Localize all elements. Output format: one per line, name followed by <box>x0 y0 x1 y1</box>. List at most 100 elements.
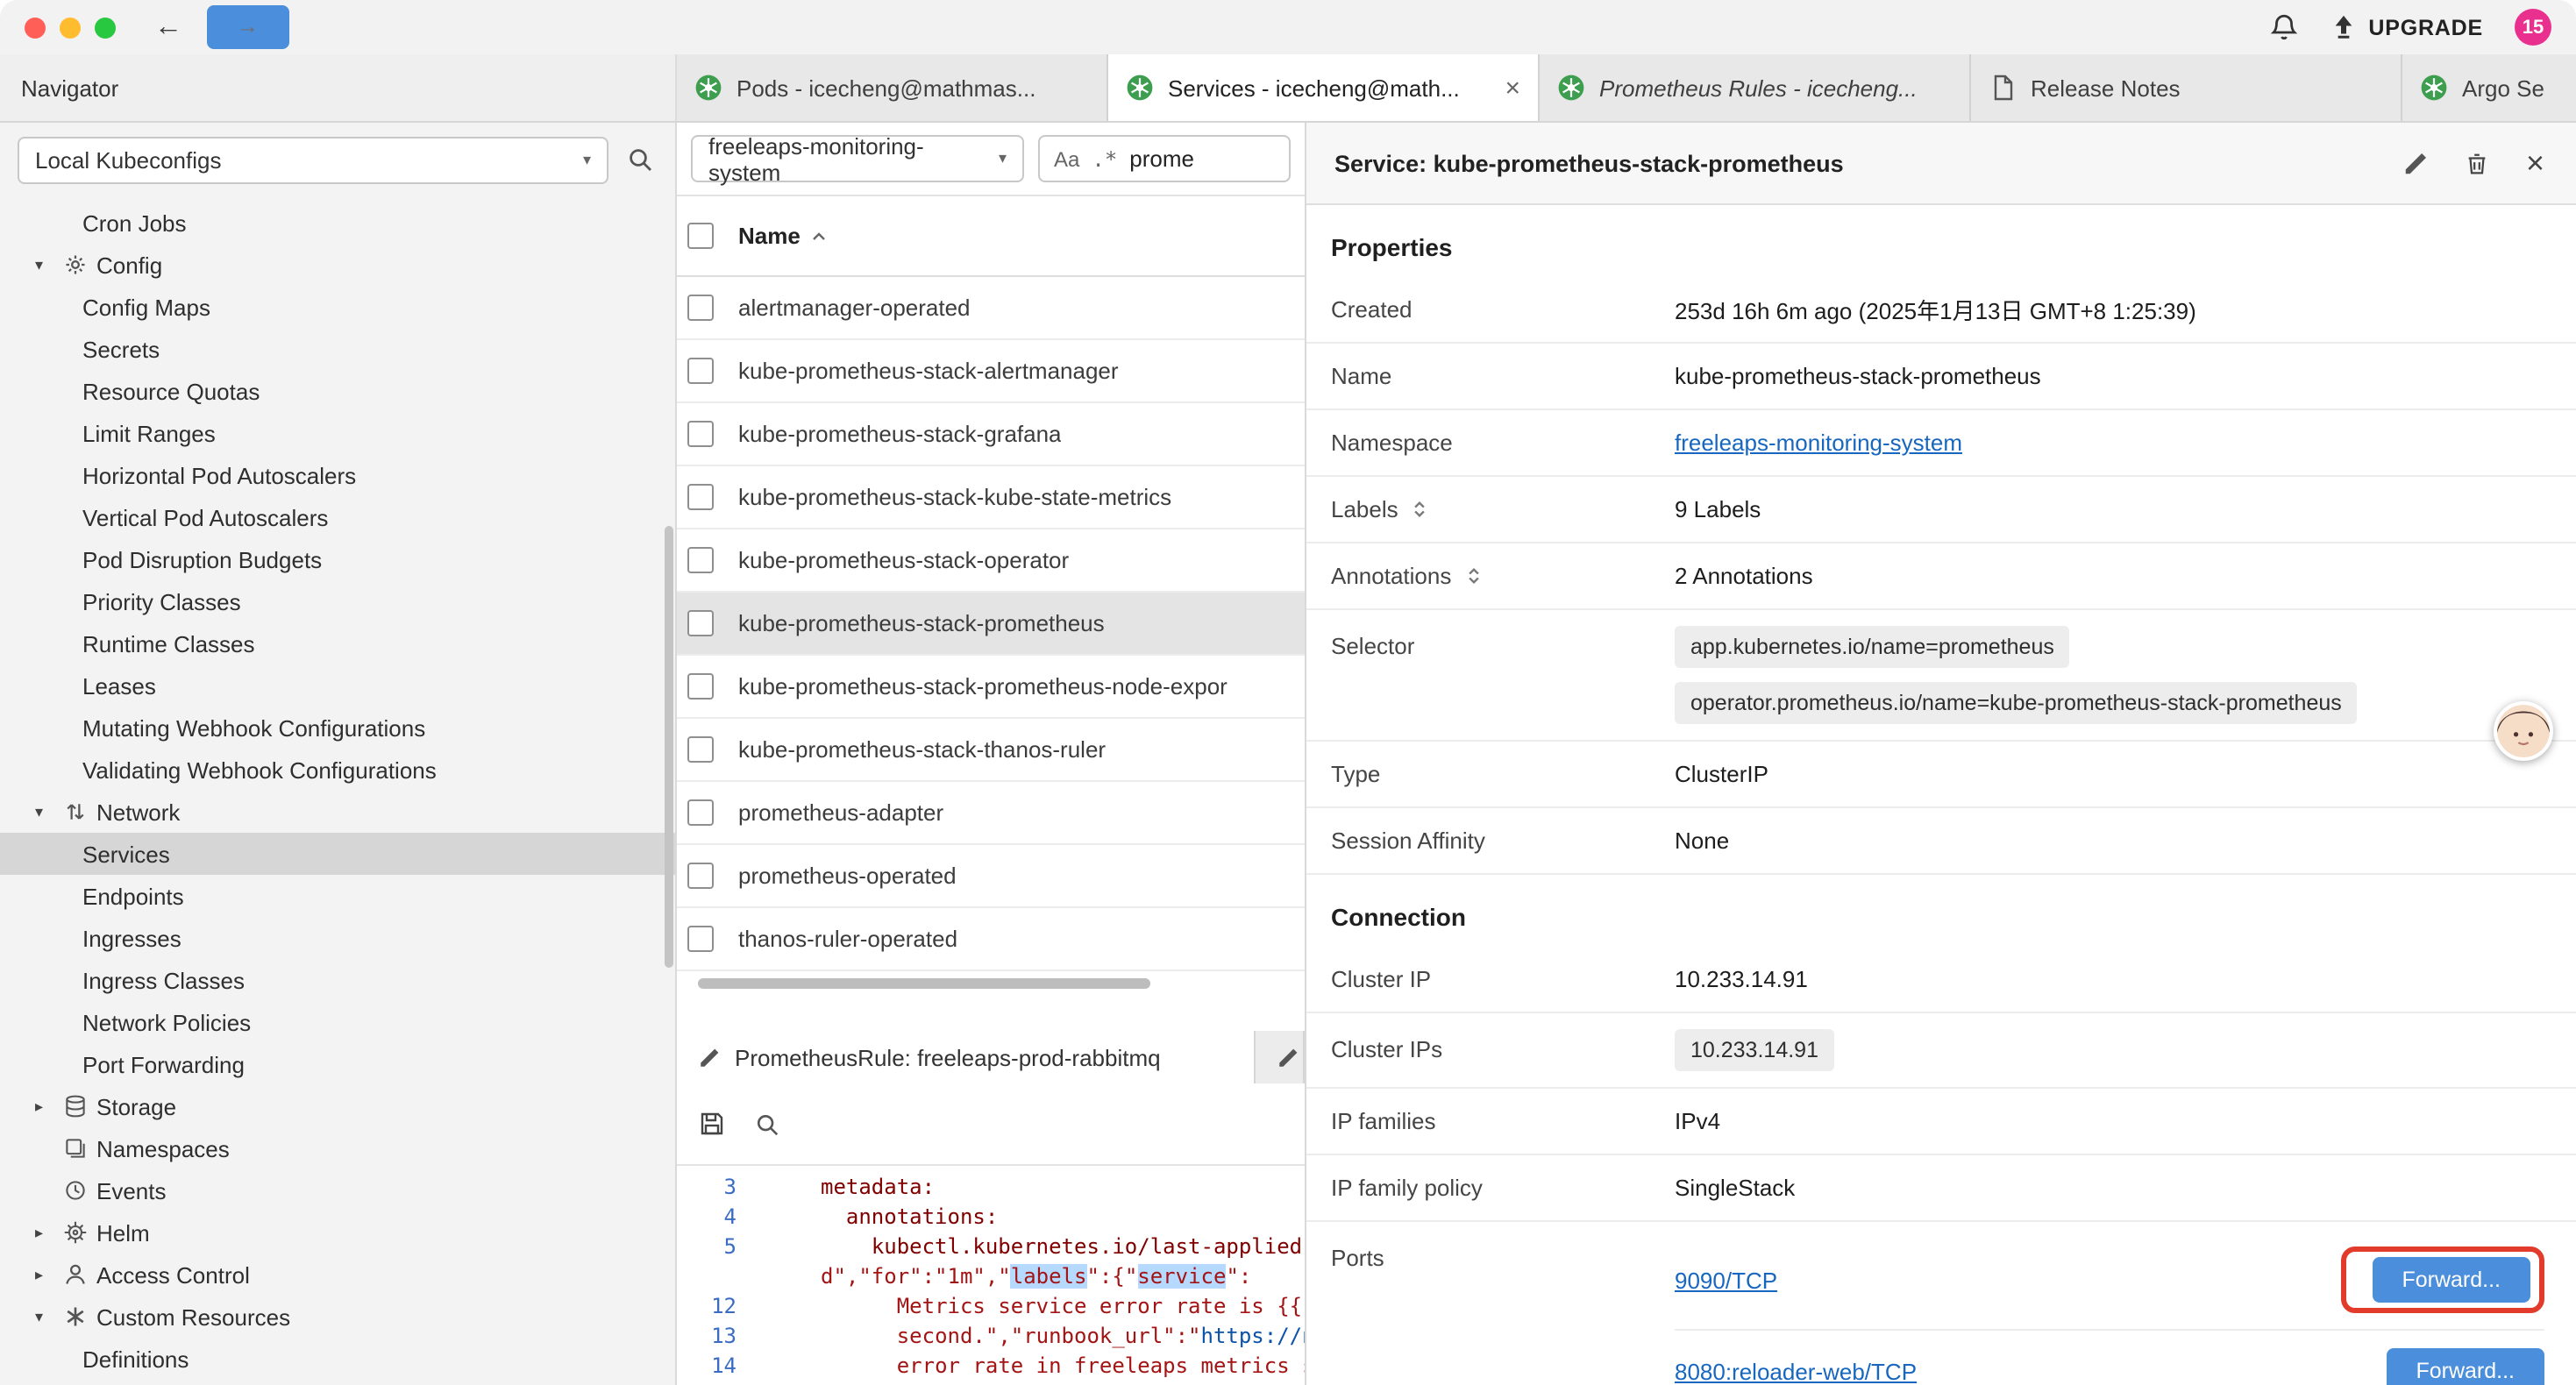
forward-button-nav[interactable]: → <box>207 6 288 49</box>
row-checkbox[interactable] <box>687 295 714 321</box>
chevron-right-icon[interactable]: ▸ <box>35 1265 63 1284</box>
service-row-kube-prometheus-stack-kube-state-metrics[interactable]: kube-prometheus-stack-kube-state-metrics <box>677 466 1305 529</box>
sidebar-item-port-forwarding[interactable]: Port Forwarding <box>0 1043 675 1085</box>
service-row-kube-prometheus-stack-grafana[interactable]: kube-prometheus-stack-grafana <box>677 403 1305 466</box>
row-checkbox[interactable] <box>687 484 714 510</box>
forward-button[interactable]: Forward... <box>2386 1348 2544 1385</box>
dock-tab[interactable] <box>1256 1031 1305 1083</box>
sidebar-item-leases[interactable]: Leases <box>0 664 675 707</box>
chevron-down-icon[interactable]: ▾ <box>35 1307 63 1326</box>
tab-argo-se[interactable]: Argo Se <box>2402 54 2576 121</box>
editor-line[interactable]: 12 Metrics service error rate is {{ $va <box>677 1292 1305 1322</box>
expander-icon[interactable] <box>1409 498 1432 521</box>
sidebar-item-services[interactable]: Services <box>0 833 675 875</box>
sidebar-item-vertical-pod-autoscalers[interactable]: Vertical Pod Autoscalers <box>0 496 675 538</box>
service-row-alertmanager-operated[interactable]: alertmanager-operated <box>677 277 1305 340</box>
editor-line[interactable]: 14 error rate in freeleaps metrics ser <box>677 1352 1305 1381</box>
chevron-right-icon[interactable]: ▸ <box>35 1223 63 1242</box>
save-icon[interactable] <box>698 1110 726 1138</box>
sidebar-item-pod-disruption-budgets[interactable]: Pod Disruption Budgets <box>0 538 675 580</box>
match-case-toggle[interactable]: Aa <box>1054 146 1079 171</box>
row-checkbox[interactable] <box>687 926 714 952</box>
service-row-kube-prometheus-stack-prometheus-node-expor[interactable]: kube-prometheus-stack-prometheus-node-ex… <box>677 656 1305 719</box>
sidebar-item-storage[interactable]: ▸Storage <box>0 1085 675 1127</box>
editor-line[interactable]: 3metadata: <box>677 1173 1305 1203</box>
chevron-right-icon[interactable]: ▸ <box>35 1097 63 1116</box>
kubeconfig-selector[interactable]: Local Kubeconfigs ▾ <box>18 136 608 183</box>
row-checkbox[interactable] <box>687 358 714 384</box>
sidebar-item-ingress-classes[interactable]: Ingress Classes <box>0 959 675 1001</box>
row-checkbox[interactable] <box>687 736 714 763</box>
row-checkbox[interactable] <box>687 547 714 573</box>
editor-search-icon[interactable] <box>754 1111 780 1137</box>
close-icon[interactable]: × <box>2526 147 2544 179</box>
row-checkbox[interactable] <box>687 673 714 700</box>
chevron-down-icon[interactable]: ▾ <box>35 802 63 821</box>
select-all-checkbox[interactable] <box>687 223 714 249</box>
sidebar-item-config[interactable]: ▾Config <box>0 244 675 286</box>
row-checkbox[interactable] <box>687 421 714 447</box>
sidebar-item-custom-resources[interactable]: ▾Custom Resources <box>0 1296 675 1338</box>
sidebar-item-runtime-classes[interactable]: Runtime Classes <box>0 622 675 664</box>
sidebar-item-limit-ranges[interactable]: Limit Ranges <box>0 412 675 454</box>
notifications-bell-icon[interactable] <box>2268 12 2298 42</box>
horizontal-scrollbar[interactable] <box>677 978 1305 992</box>
service-row-kube-prometheus-stack-prometheus[interactable]: kube-prometheus-stack-prometheus <box>677 593 1305 656</box>
window-close-button[interactable] <box>25 17 46 38</box>
editor-line[interactable]: d","for":"1m","labels":{"service": <box>677 1262 1305 1292</box>
delete-trash-icon[interactable] <box>2465 150 2491 176</box>
upgrade-button[interactable]: UPGRADE <box>2330 14 2483 40</box>
port-link[interactable]: 9090/TCP <box>1675 1267 1777 1293</box>
user-avatar[interactable] <box>2494 701 2553 761</box>
editor-line[interactable]: 5 kubectl.kubernetes.io/last-applied-co <box>677 1232 1305 1262</box>
sidebar-item-validating-webhook-configurations[interactable]: Validating Webhook Configurations <box>0 749 675 791</box>
sidebar-item-helm[interactable]: ▸Helm <box>0 1211 675 1254</box>
expander-icon[interactable] <box>1462 565 1484 587</box>
yaml-editor[interactable]: 3metadata:4 annotations:5 kubectl.kubern… <box>677 1166 1305 1385</box>
edit-pencil-icon[interactable] <box>2403 150 2430 176</box>
sidebar-item-access-control[interactable]: ▸Access Control <box>0 1254 675 1296</box>
sidebar-item-ingresses[interactable]: Ingresses <box>0 917 675 959</box>
editor-line[interactable]: 4 annotations: <box>677 1203 1305 1232</box>
sidebar-item-endpoints[interactable]: Endpoints <box>0 875 675 917</box>
window-zoom-button[interactable] <box>95 17 116 38</box>
forward-button[interactable]: Forward... <box>2372 1257 2530 1303</box>
sidebar-item-mutating-webhook-configurations[interactable]: Mutating Webhook Configurations <box>0 707 675 749</box>
row-checkbox[interactable] <box>687 799 714 826</box>
tab-close-icon[interactable]: × <box>1505 75 1520 101</box>
column-header-name[interactable]: Name <box>738 223 801 249</box>
sidebar-item-events[interactable]: Events <box>0 1169 675 1211</box>
sidebar-item-priority-classes[interactable]: Priority Classes <box>0 580 675 622</box>
back-button[interactable]: ← <box>154 13 182 41</box>
service-row-kube-prometheus-stack-alertmanager[interactable]: kube-prometheus-stack-alertmanager <box>677 340 1305 403</box>
notification-count-badge[interactable]: 15 <box>2515 9 2551 46</box>
row-checkbox[interactable] <box>687 610 714 636</box>
tab-pods-icecheng-mathmas[interactable]: Pods - icecheng@mathmas... <box>677 54 1108 121</box>
sidebar-item-cron-jobs[interactable]: Cron Jobs <box>0 202 675 244</box>
service-row-kube-prometheus-stack-thanos-ruler[interactable]: kube-prometheus-stack-thanos-ruler <box>677 719 1305 782</box>
sidebar-scrollbar[interactable] <box>665 526 673 968</box>
sidebar-search-icon[interactable] <box>626 146 654 174</box>
service-row-thanos-ruler-operated[interactable]: thanos-ruler-operated <box>677 908 1305 971</box>
tab-prometheus-rules-icecheng[interactable]: Prometheus Rules - icecheng... <box>1540 54 1971 121</box>
sidebar-item-horizontal-pod-autoscalers[interactable]: Horizontal Pod Autoscalers <box>0 454 675 496</box>
row-checkbox[interactable] <box>687 863 714 889</box>
tab-services-icecheng-math[interactable]: Services - icecheng@math...× <box>1108 54 1540 121</box>
sidebar-item-resource-quotas[interactable]: Resource Quotas <box>0 370 675 412</box>
editor-line[interactable]: 13 second.","runbook_url":"https://net <box>677 1322 1305 1352</box>
sidebar-item-config-maps[interactable]: Config Maps <box>0 286 675 328</box>
search-input[interactable]: Aa .* prome <box>1038 135 1291 182</box>
service-row-prometheus-adapter[interactable]: prometheus-adapter <box>677 782 1305 845</box>
chevron-down-icon[interactable]: ▾ <box>35 255 63 274</box>
dock-tab-prometheusrule-freeleaps-prod-rabbitmq[interactable]: PrometheusRule: freeleaps-prod-rabbitmq <box>677 1031 1256 1083</box>
sidebar-item-network[interactable]: ▾Network <box>0 791 675 833</box>
namespace-filter[interactable]: freeleaps-monitoring-system ▾ <box>691 135 1024 182</box>
namespace-link[interactable]: freeleaps-monitoring-system <box>1675 430 1962 456</box>
regex-toggle[interactable]: .* <box>1092 146 1117 171</box>
service-row-prometheus-operated[interactable]: prometheus-operated <box>677 845 1305 908</box>
sort-ascending-icon[interactable] <box>809 225 830 246</box>
service-row-kube-prometheus-stack-operator[interactable]: kube-prometheus-stack-operator <box>677 529 1305 593</box>
sidebar-item-namespaces[interactable]: Namespaces <box>0 1127 675 1169</box>
window-minimize-button[interactable] <box>60 17 81 38</box>
sidebar-item-network-policies[interactable]: Network Policies <box>0 1001 675 1043</box>
